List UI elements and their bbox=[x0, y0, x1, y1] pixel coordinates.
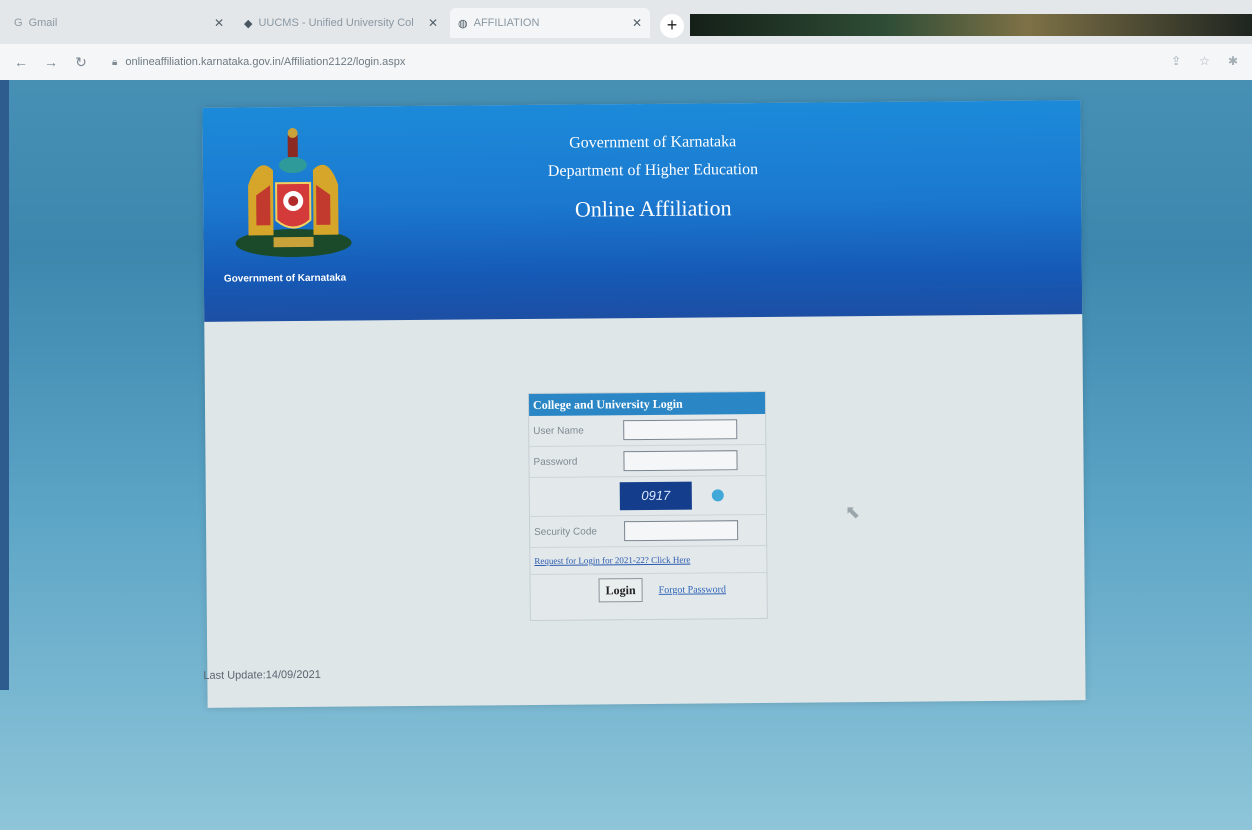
security-code-input[interactable] bbox=[624, 520, 739, 542]
close-icon[interactable]: ✕ bbox=[214, 16, 224, 30]
dark-strip bbox=[690, 14, 1252, 36]
page-panel: Government of Karnataka Government of Ka… bbox=[202, 100, 1086, 708]
emblem-caption: Government of Karnataka bbox=[223, 272, 347, 285]
mouse-cursor-icon: ⬉ bbox=[845, 502, 861, 522]
refresh-captcha-icon[interactable] bbox=[711, 489, 724, 502]
extensions-icon[interactable]: ✱ bbox=[1228, 54, 1238, 68]
login-form: College and University Login User Name P… bbox=[527, 390, 768, 622]
username-input[interactable] bbox=[623, 419, 738, 441]
tab-label: UUCMS - Unified University Col bbox=[258, 17, 414, 29]
password-input[interactable] bbox=[623, 450, 738, 472]
url-field[interactable]: onlineaffiliation.karnataka.gov.in/Affil… bbox=[125, 56, 405, 68]
tab-affiliation[interactable]: ◍ AFFILIATION ✕ bbox=[450, 8, 650, 38]
forward-icon[interactable]: → bbox=[40, 54, 62, 70]
lock-icon: 🔒︎ bbox=[112, 56, 118, 68]
tab-label: Gmail bbox=[28, 17, 58, 29]
forgot-password-link[interactable]: Forgot Password bbox=[659, 584, 726, 596]
security-code-label: Security Code bbox=[534, 525, 597, 538]
login-title: College and University Login bbox=[528, 391, 766, 417]
address-bar: ← → ↻ 🔒︎ onlineaffiliation.karnataka.gov… bbox=[0, 44, 1252, 80]
login-button[interactable]: Login bbox=[598, 578, 643, 603]
uucms-icon: ◆ bbox=[244, 17, 253, 30]
password-label: Password bbox=[533, 456, 578, 468]
star-icon[interactable]: ☆ bbox=[1199, 54, 1210, 68]
captcha-row: 0917 bbox=[529, 475, 766, 517]
karnataka-emblem-icon bbox=[235, 128, 352, 258]
globe-icon: ◍ bbox=[458, 17, 468, 30]
back-icon[interactable]: ← bbox=[10, 54, 32, 70]
last-update-text: Last Update:14/09/2021 bbox=[203, 668, 321, 682]
screen-frame-edge bbox=[0, 80, 9, 690]
username-row: User Name bbox=[529, 413, 766, 448]
captcha-image: 0917 bbox=[619, 481, 692, 511]
new-tab-button[interactable]: + bbox=[660, 14, 684, 38]
security-code-row: Security Code bbox=[529, 514, 767, 548]
app-title: Online Affiliation bbox=[574, 195, 732, 222]
department-title: Department of Higher Education bbox=[547, 160, 759, 180]
reload-icon[interactable]: ↻ bbox=[70, 54, 92, 71]
button-row: Login Forgot Password bbox=[530, 573, 766, 607]
close-icon[interactable]: ✕ bbox=[632, 16, 642, 30]
password-row: Password bbox=[529, 444, 766, 479]
browser-tabstrip: G Gmail ✕ ◆ UUCMS - Unified University C… bbox=[0, 0, 1252, 44]
tab-label: AFFILIATION bbox=[473, 17, 540, 29]
tab-uucms[interactable]: ◆ UUCMS - Unified University Col ✕ bbox=[236, 8, 446, 38]
banner-titles: Government of Karnataka Department of Hi… bbox=[533, 133, 774, 223]
request-login-link[interactable]: Request for Login for 2021-22? Click Her… bbox=[530, 545, 767, 575]
header-banner: Government of Karnataka Government of Ka… bbox=[202, 100, 1083, 322]
close-icon[interactable]: ✕ bbox=[428, 16, 438, 30]
username-label: User Name bbox=[533, 425, 584, 437]
share-icon[interactable]: ⇪ bbox=[1171, 54, 1181, 68]
tab-gmail[interactable]: G Gmail ✕ bbox=[6, 8, 232, 38]
government-title: Government of Karnataka bbox=[569, 133, 737, 152]
google-icon: G bbox=[14, 17, 23, 29]
